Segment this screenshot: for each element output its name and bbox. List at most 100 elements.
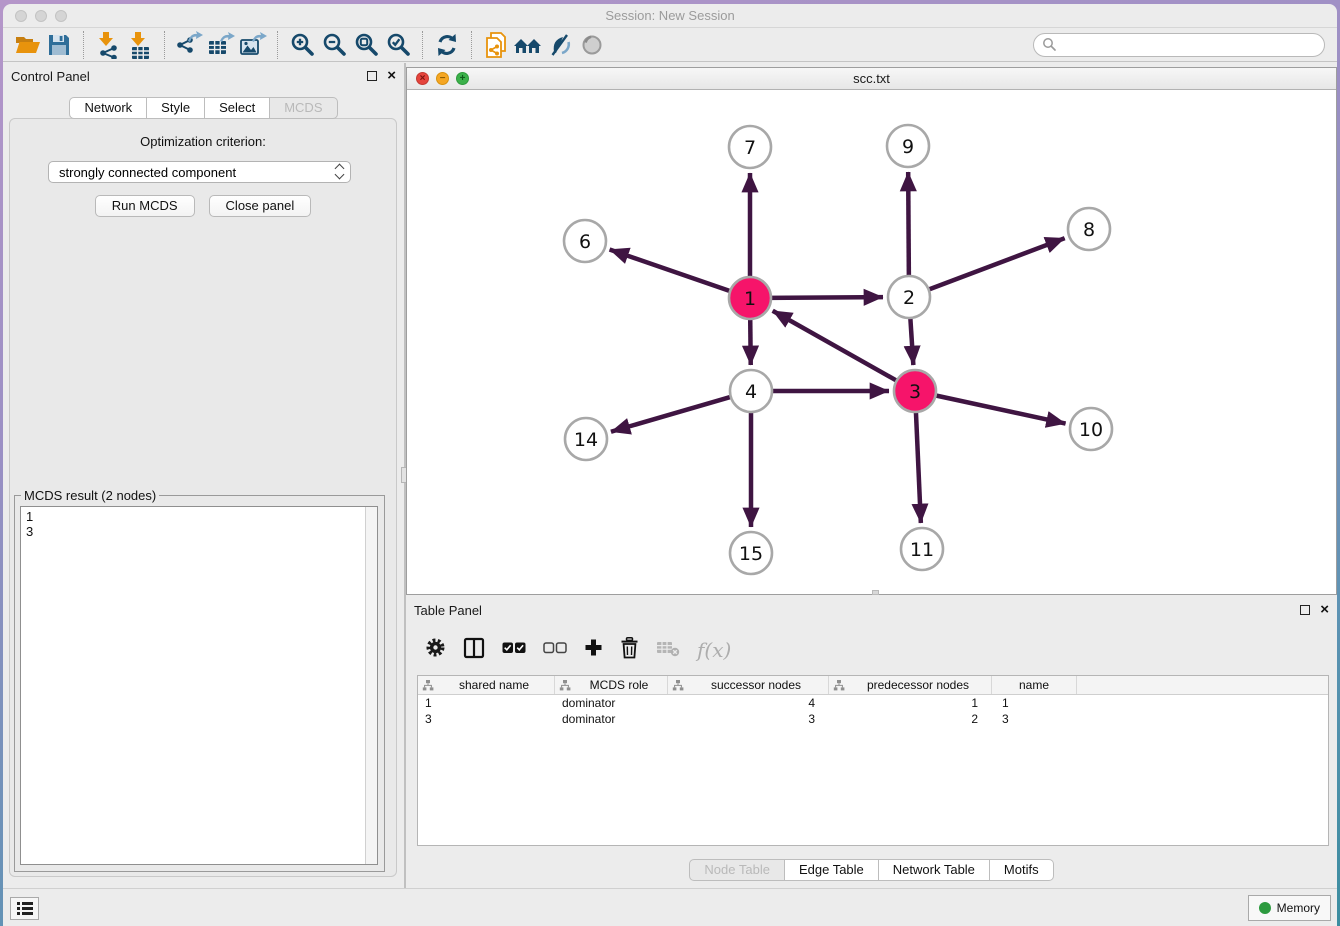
clone-network-icon[interactable] <box>480 30 512 60</box>
column-header-predecessor-nodes[interactable]: predecessor nodes <box>829 676 992 694</box>
deselect-all-checkboxes-icon[interactable] <box>543 641 567 659</box>
table-cell[interactable]: dominator <box>555 695 668 711</box>
graph-node-9[interactable]: 9 <box>887 125 929 167</box>
hide-selected-icon[interactable] <box>544 30 576 60</box>
search-input[interactable] <box>1033 33 1325 57</box>
show-all-networks-icon[interactable] <box>512 30 544 60</box>
float-panel-icon[interactable] <box>367 71 377 81</box>
graph-edge-3-11[interactable] <box>916 410 921 523</box>
export-image-icon[interactable] <box>237 30 269 60</box>
split-columns-icon[interactable] <box>463 637 485 664</box>
table-cell[interactable]: 3 <box>668 711 829 727</box>
select-all-checkboxes-icon[interactable] <box>502 641 526 659</box>
graph-node-2[interactable]: 2 <box>888 276 930 318</box>
table-cell[interactable]: dominator <box>555 711 668 727</box>
graph-edge-2-3[interactable] <box>910 316 913 365</box>
graph-node-14[interactable]: 14 <box>565 418 607 460</box>
delete-column-icon[interactable] <box>620 637 639 664</box>
graph-edge-3-10[interactable] <box>934 395 1066 424</box>
graph-edge-2-8[interactable] <box>927 238 1065 290</box>
graph-edge-2-9[interactable] <box>908 172 909 278</box>
svg-text:4: 4 <box>745 381 757 403</box>
tab-mcds[interactable]: MCDS <box>270 97 337 119</box>
graph-node-8[interactable]: 8 <box>1068 208 1110 250</box>
open-session-icon[interactable] <box>11 30 43 60</box>
graph-edge-3-1[interactable] <box>773 311 899 382</box>
task-list-icon <box>16 901 34 916</box>
network-canvas[interactable]: 7 9 6 8 1 2 4 3 14 10 15 11 <box>407 90 1336 593</box>
column-header-name[interactable]: name <box>992 676 1077 694</box>
table-row[interactable]: 1dominator411 <box>418 695 1328 711</box>
zoom-fit-icon[interactable] <box>350 30 382 60</box>
toolbar-separator <box>164 31 165 59</box>
svg-text:2: 2 <box>903 287 915 309</box>
mcds-result-textarea[interactable]: 1 3 <box>20 506 378 865</box>
network-maximize-button[interactable]: + <box>456 72 469 85</box>
main-area: Control Panel × NetworkStyleSelectMCDS O… <box>3 63 1337 888</box>
export-table-icon[interactable] <box>205 30 237 60</box>
table-cell[interactable]: 2 <box>829 711 992 727</box>
result-scrollbar[interactable] <box>365 507 377 864</box>
graph-edge-1-4[interactable] <box>750 317 751 365</box>
graph-node-15[interactable]: 15 <box>730 532 772 574</box>
graph-edge-1-6[interactable] <box>610 249 732 291</box>
mcds-result-text: 1 3 <box>21 507 377 541</box>
criterion-dropdown[interactable]: strongly connected component <box>48 161 351 183</box>
tab-motifs[interactable]: Motifs <box>990 859 1054 881</box>
node-table[interactable]: shared nameMCDS rolesuccessor nodesprede… <box>417 675 1329 846</box>
memory-button[interactable]: Memory <box>1248 895 1331 921</box>
network-close-button[interactable]: × <box>416 72 429 85</box>
close-panel-button[interactable]: Close panel <box>209 195 312 217</box>
add-column-icon[interactable] <box>584 638 603 662</box>
tab-style[interactable]: Style <box>147 97 205 119</box>
save-session-icon[interactable] <box>43 30 75 60</box>
task-history-button[interactable] <box>10 897 39 920</box>
zoom-out-icon[interactable] <box>318 30 350 60</box>
table-cell[interactable]: 1 <box>418 695 555 711</box>
graph-edge-4-14[interactable] <box>611 396 733 431</box>
graph-node-1[interactable]: 1 <box>729 277 771 319</box>
refresh-icon[interactable] <box>431 30 463 60</box>
tab-network-table[interactable]: Network Table <box>879 859 990 881</box>
maximize-window-button[interactable] <box>55 10 67 22</box>
table-cell[interactable]: 3 <box>992 711 1077 727</box>
network-window-titlebar[interactable]: × − + scc.txt <box>407 68 1336 90</box>
close-table-panel-icon[interactable]: × <box>1320 605 1329 615</box>
network-minimize-button[interactable]: − <box>436 72 449 85</box>
main-toolbar <box>3 28 1337 62</box>
run-mcds-button[interactable]: Run MCDS <box>95 195 195 217</box>
graph-node-11[interactable]: 11 <box>901 528 943 570</box>
import-table-icon[interactable] <box>124 30 156 60</box>
graph-node-6[interactable]: 6 <box>564 220 606 262</box>
graph-node-7[interactable]: 7 <box>729 126 771 168</box>
graph-node-10[interactable]: 10 <box>1070 408 1112 450</box>
tab-node-table[interactable]: Node Table <box>689 859 785 881</box>
table-cell[interactable]: 4 <box>668 695 829 711</box>
table-cell[interactable]: 1 <box>829 695 992 711</box>
table-cell[interactable]: 1 <box>992 695 1077 711</box>
graph-node-4[interactable]: 4 <box>730 370 772 412</box>
table-row[interactable]: 3dominator323 <box>418 711 1328 727</box>
close-panel-icon[interactable]: × <box>387 71 396 81</box>
export-network-icon[interactable] <box>173 30 205 60</box>
import-network-icon[interactable] <box>92 30 124 60</box>
network-resize-grip[interactable] <box>872 590 879 595</box>
tab-edge-table[interactable]: Edge Table <box>785 859 879 881</box>
table-cell[interactable]: 3 <box>418 711 555 727</box>
column-header-successor-nodes[interactable]: successor nodes <box>668 676 829 694</box>
close-window-button[interactable] <box>15 10 27 22</box>
graph-edge-1-2[interactable] <box>769 297 883 298</box>
dropdown-stepper-icon <box>336 165 343 178</box>
column-header-shared-name[interactable]: shared name <box>418 676 555 694</box>
minimize-window-button[interactable] <box>35 10 47 22</box>
zoom-selected-icon[interactable] <box>382 30 414 60</box>
float-table-panel-icon[interactable] <box>1300 605 1310 615</box>
column-header-mcds-role[interactable]: MCDS role <box>555 676 668 694</box>
graph-node-3[interactable]: 3 <box>894 370 936 412</box>
gear-icon[interactable] <box>425 637 446 663</box>
zoom-in-icon[interactable] <box>286 30 318 60</box>
svg-text:7: 7 <box>744 137 756 159</box>
tab-select[interactable]: Select <box>205 97 270 119</box>
app-window: Session: New Session <box>3 4 1337 926</box>
tab-network[interactable]: Network <box>69 97 147 119</box>
